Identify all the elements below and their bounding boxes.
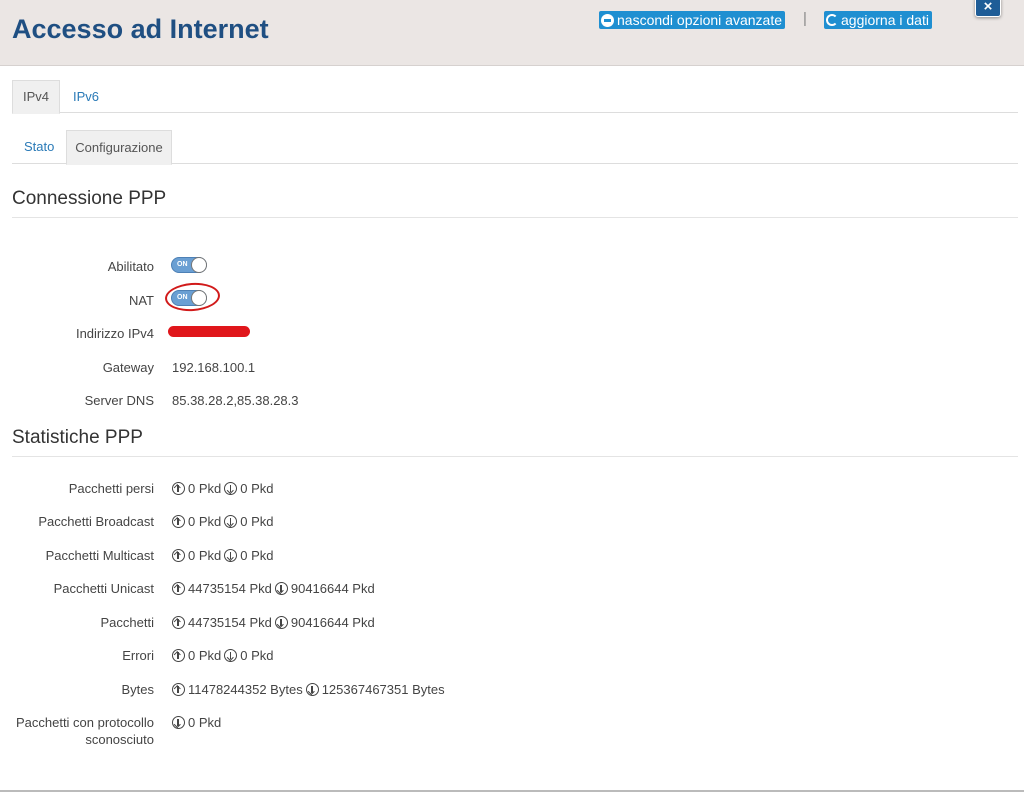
page-header: Accesso ad Internet nascondi opzioni ava… [0, 0, 1024, 66]
upload-arrow-icon [172, 549, 185, 562]
view-tabs: Stato Configurazione [12, 130, 1018, 165]
upload-arrow-icon [172, 515, 185, 528]
stat-label: Pacchetti Unicast [53, 581, 154, 596]
stat-value: 44735154 Pkd 90416644 Pkd [172, 614, 375, 631]
ipv4-address-label: Indirizzo IPv4 [75, 326, 154, 341]
upload-value: 0 Pkd [188, 481, 222, 496]
red-annotation-circle [164, 281, 221, 313]
upload-value: 0 Pkd [188, 548, 222, 563]
toggle-on-text: ON [177, 261, 188, 268]
stat-value: 44735154 Pkd 90416644 Pkd [172, 580, 375, 597]
enabled-label: Abilitato [107, 259, 154, 274]
stat-label: Bytes [121, 682, 154, 697]
protocol-tabs: IPv4 IPv6 [12, 80, 1018, 114]
download-value: 0 Pkd [240, 481, 274, 496]
close-button[interactable]: × [975, 0, 1001, 17]
download-value: 90416644 Pkd [290, 581, 375, 596]
download-value: 90416644 Pkd [290, 615, 375, 630]
refresh-data-button[interactable]: aggiorna i dati [824, 11, 932, 29]
unknown-protocol-label-line1: Pacchetti con protocollo [15, 715, 154, 730]
tab-ipv6[interactable]: IPv6 [73, 80, 99, 113]
upload-arrow-icon [172, 649, 185, 662]
download-value: 0 Pkd [188, 715, 222, 730]
ppp-connection-title: Connessione PPP [12, 188, 167, 209]
unknown-protocol-label: Pacchetti con protocollo sconosciuto [16, 714, 154, 748]
stat-label: Pacchetti Broadcast [38, 514, 154, 529]
stat-value: 0 Pkd [172, 714, 221, 731]
unknown-protocol-label-line2: sconosciuto [85, 732, 154, 747]
header-separator: | [803, 10, 807, 27]
section-divider [12, 456, 1018, 457]
download-arrow-icon [274, 616, 288, 629]
ppp-stats-title: Statistiche PPP [12, 427, 143, 448]
upload-arrow-icon [172, 616, 185, 629]
stat-label: Pacchetti persi [68, 481, 154, 496]
refresh-data-label: aggiorna i dati [841, 12, 929, 28]
upload-arrow-icon [172, 482, 185, 495]
stat-value: 11478244352 Bytes 125367467351 Bytes [172, 681, 445, 698]
download-value: 0 Pkd [240, 648, 274, 663]
enabled-toggle[interactable]: ON [171, 257, 207, 273]
download-arrow-icon [274, 582, 288, 595]
upload-value: 11478244352 Bytes [188, 682, 303, 697]
section-divider [12, 217, 1018, 218]
minus-circle-icon [601, 13, 614, 27]
tab-stato[interactable]: Stato [24, 130, 54, 164]
download-value: 125367467351 Bytes [321, 682, 445, 697]
page-title: Accesso ad Internet [12, 14, 269, 44]
download-arrow-icon [224, 482, 238, 495]
tab-ipv4[interactable]: IPv4 [12, 80, 60, 114]
hide-advanced-options-label: nascondi opzioni avanzate [617, 12, 783, 28]
dns-server-value: 85.38.28.2,85.38.28.3 [172, 393, 299, 408]
download-arrow-icon [224, 649, 238, 662]
download-arrow-icon [224, 515, 238, 528]
upload-value: 0 Pkd [188, 648, 222, 663]
toggle-knob [191, 257, 207, 273]
upload-arrow-icon [172, 683, 185, 696]
redacted-ipv4-value [168, 326, 250, 337]
bottom-divider [0, 790, 1024, 792]
upload-value: 44735154 Pkd [188, 581, 272, 596]
stat-value: 0 Pkd 0 Pkd [172, 647, 274, 664]
tab-configurazione[interactable]: Configurazione [66, 130, 172, 165]
download-value: 0 Pkd [240, 514, 274, 529]
dns-server-label: Server DNS [84, 393, 154, 408]
download-value: 0 Pkd [240, 548, 274, 563]
nat-label: NAT [128, 293, 154, 308]
stat-value: 0 Pkd 0 Pkd [172, 480, 274, 497]
gateway-label: Gateway [102, 360, 154, 375]
stat-value: 0 Pkd 0 Pkd [172, 513, 274, 530]
stat-value: 0 Pkd 0 Pkd [172, 547, 274, 564]
gateway-value: 192.168.100.1 [172, 360, 256, 375]
upload-value: 0 Pkd [188, 514, 222, 529]
stat-label: Pacchetti Multicast [45, 548, 154, 563]
stat-label: Pacchetti [100, 615, 154, 630]
upload-arrow-icon [172, 582, 185, 595]
hide-advanced-options-button[interactable]: nascondi opzioni avanzate [599, 11, 786, 29]
refresh-icon [826, 14, 838, 26]
download-arrow-icon [305, 683, 319, 696]
download-arrow-icon [224, 549, 238, 562]
stat-label: Errori [122, 648, 154, 663]
upload-value: 44735154 Pkd [188, 615, 272, 630]
download-arrow-icon [172, 716, 185, 729]
